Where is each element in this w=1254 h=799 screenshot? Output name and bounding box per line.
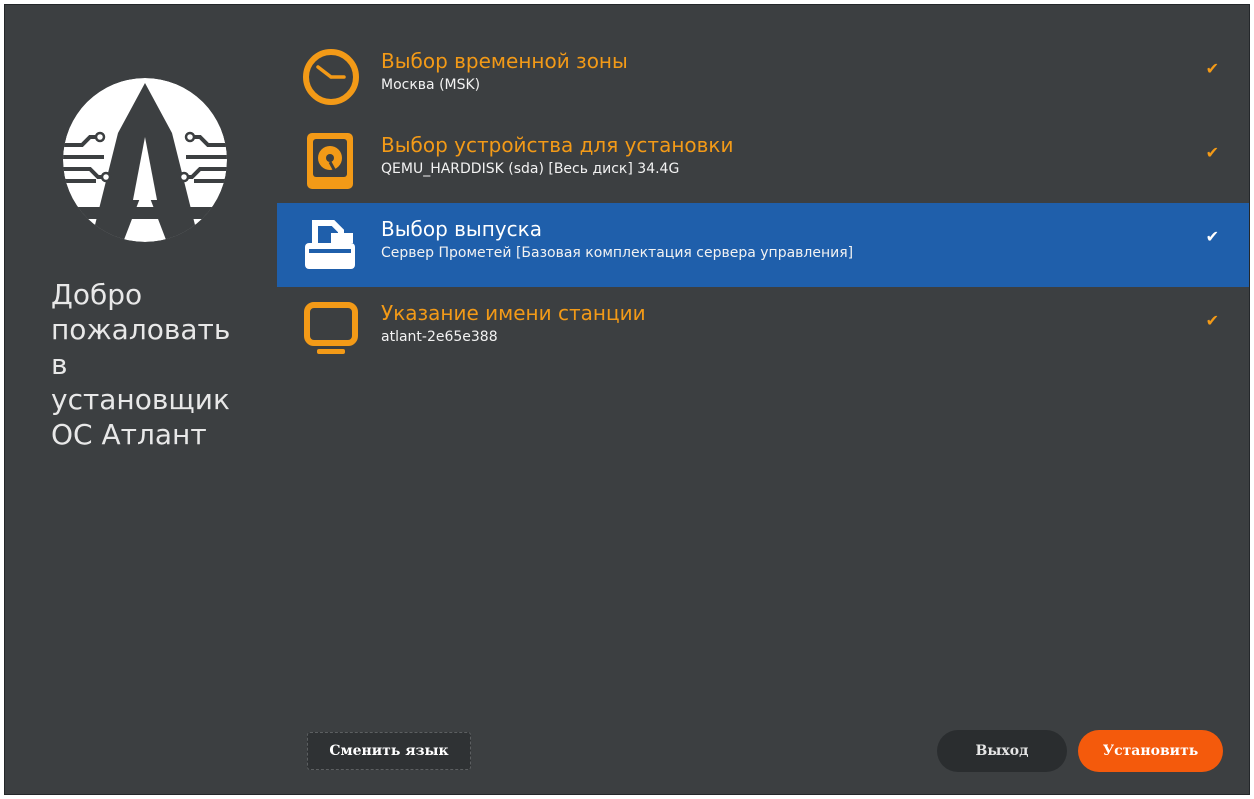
step-hostname[interactable]: Указание имени станции atlant-2e65e388 ✔ <box>277 287 1249 371</box>
step-list: Выбор временной зоны Москва (MSK) ✔ Выбо… <box>277 35 1249 371</box>
step-title: Указание имени станции <box>381 301 646 325</box>
clock-icon <box>303 49 359 105</box>
step-subtitle: QEMU_HARDDISK (sda) [Весь диск] 34.4G <box>381 161 680 177</box>
atlant-logo <box>63 78 227 242</box>
sidebar: Добро пожаловать в установщик ОС Атлант <box>5 5 275 794</box>
check-icon: ✔ <box>1205 143 1219 162</box>
check-icon: ✔ <box>1205 227 1219 246</box>
step-title: Выбор выпуска <box>381 217 542 241</box>
install-button[interactable]: Установить <box>1078 730 1223 772</box>
exit-button[interactable]: Выход <box>937 730 1067 772</box>
harddisk-icon <box>307 133 353 189</box>
change-language-button[interactable]: Сменить язык <box>307 732 471 770</box>
welcome-text: Добро пожаловать в установщик ОС Атлант <box>51 277 266 452</box>
step-subtitle: Москва (MSK) <box>381 77 481 93</box>
step-subtitle: atlant-2e65e388 <box>381 329 498 345</box>
monitor-icon <box>304 302 358 354</box>
step-subtitle: Сервер Прометей [Базовая комплектация се… <box>381 245 854 261</box>
package-icon <box>305 220 355 269</box>
check-icon: ✔ <box>1205 59 1219 78</box>
welcome-line: пожаловать <box>51 313 231 346</box>
welcome-line: установщик <box>51 383 230 416</box>
step-title: Выбор временной зоны <box>381 49 628 73</box>
step-title: Выбор устройства для установки <box>381 133 734 157</box>
step-device[interactable]: Выбор устройства для установки QEMU_HARD… <box>277 119 1249 203</box>
welcome-line: в <box>51 348 68 381</box>
step-timezone[interactable]: Выбор временной зоны Москва (MSK) ✔ <box>277 35 1249 119</box>
step-edition[interactable]: Выбор выпуска Сервер Прометей [Базовая к… <box>277 203 1249 287</box>
installer-window: Добро пожаловать в установщик ОС Атлант … <box>4 4 1250 795</box>
welcome-line: Добро <box>51 278 143 311</box>
check-icon: ✔ <box>1205 311 1219 330</box>
welcome-line: ОС Атлант <box>51 418 207 451</box>
